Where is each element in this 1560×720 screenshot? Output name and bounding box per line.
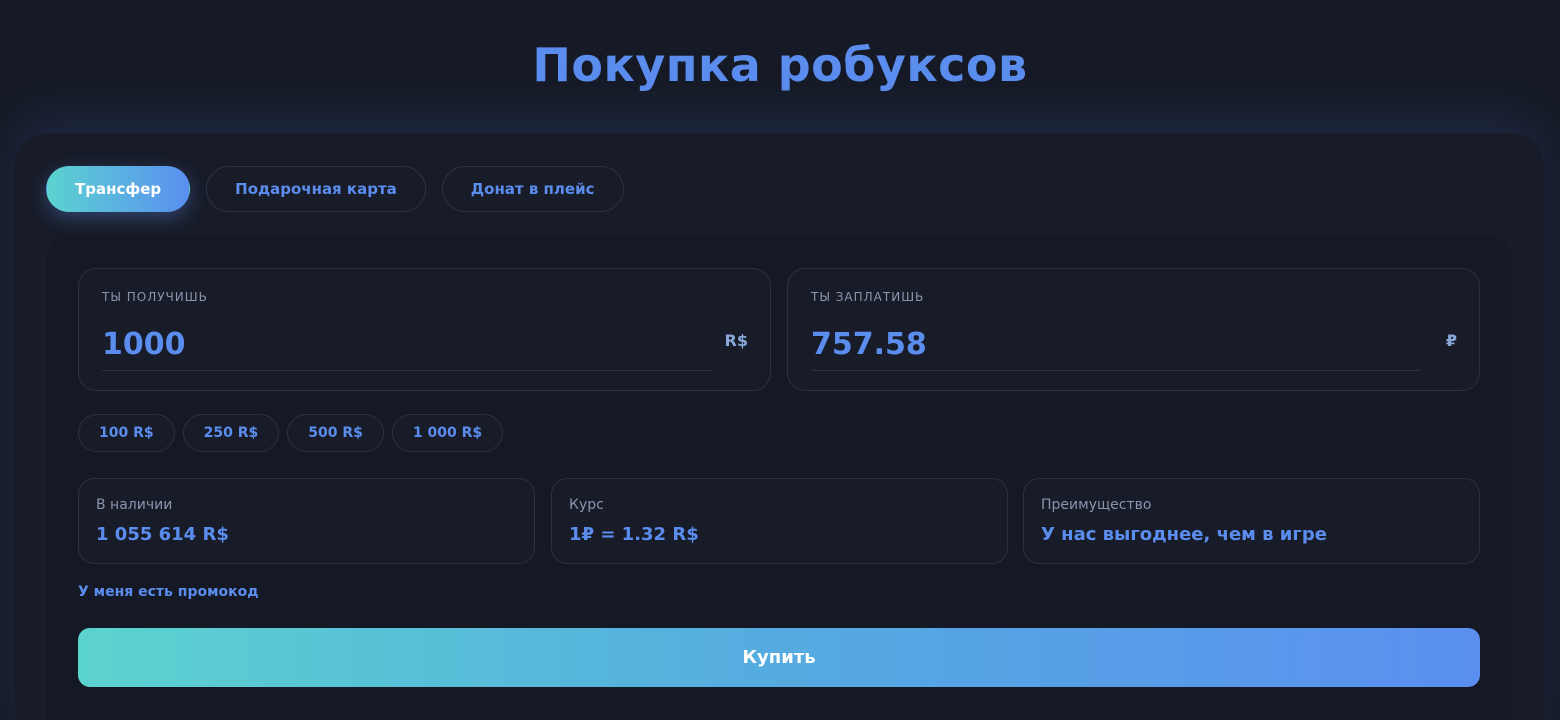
preset-1000-button[interactable]: 1 000 R$ xyxy=(391,414,504,452)
buy-button[interactable]: Купить xyxy=(78,628,1480,687)
ruble-unit: ₽ xyxy=(1445,331,1457,350)
advantage-label: Преимущество xyxy=(1041,497,1152,513)
stock-label: В наличии xyxy=(96,497,173,513)
stock-info: В наличии 1 055 614 R$ xyxy=(78,478,535,564)
tab-bar: Трансфер Подарочная карта Донат в плейс xyxy=(46,166,624,212)
robux-unit: R$ xyxy=(724,331,748,350)
advantage-info: Преимущество У нас выгоднее, чем в игре xyxy=(1023,478,1480,564)
promo-code-link[interactable]: У меня есть промокод xyxy=(78,584,259,600)
preset-500-button[interactable]: 500 R$ xyxy=(287,414,384,452)
transfer-panel: ТЫ ПОЛУЧИШЬ R$ ТЫ ЗАПЛАТИШЬ ₽ 100 R$ 250… xyxy=(46,236,1512,720)
receive-label: ТЫ ПОЛУЧИШЬ xyxy=(102,290,208,304)
page: Покупка робуксов Трансфер Подарочная кар… xyxy=(0,0,1560,720)
receive-field: ТЫ ПОЛУЧИШЬ R$ xyxy=(78,268,771,391)
purchase-card: Трансфер Подарочная карта Донат в плейс … xyxy=(14,133,1544,720)
pay-input[interactable] xyxy=(811,319,1421,371)
rate-value: 1₽ = 1.32 R$ xyxy=(569,524,699,545)
preset-250-button[interactable]: 250 R$ xyxy=(182,414,280,452)
rate-label: Курс xyxy=(569,497,604,513)
preset-100-button[interactable]: 100 R$ xyxy=(78,414,175,452)
preset-amounts: 100 R$ 250 R$ 500 R$ 1 000 R$ xyxy=(78,414,504,452)
rate-info: Курс 1₽ = 1.32 R$ xyxy=(551,478,1008,564)
pay-label: ТЫ ЗАПЛАТИШЬ xyxy=(811,290,925,304)
tab-gift-card[interactable]: Подарочная карта xyxy=(206,166,426,212)
page-title: Покупка робуксов xyxy=(532,38,1028,92)
pay-field: ТЫ ЗАПЛАТИШЬ ₽ xyxy=(787,268,1480,391)
tab-place-donate[interactable]: Донат в плейс xyxy=(441,166,624,212)
advantage-value: У нас выгоднее, чем в игре xyxy=(1041,524,1327,545)
stock-value: 1 055 614 R$ xyxy=(96,524,229,545)
receive-input[interactable] xyxy=(102,319,712,371)
tab-transfer[interactable]: Трансфер xyxy=(46,166,191,212)
